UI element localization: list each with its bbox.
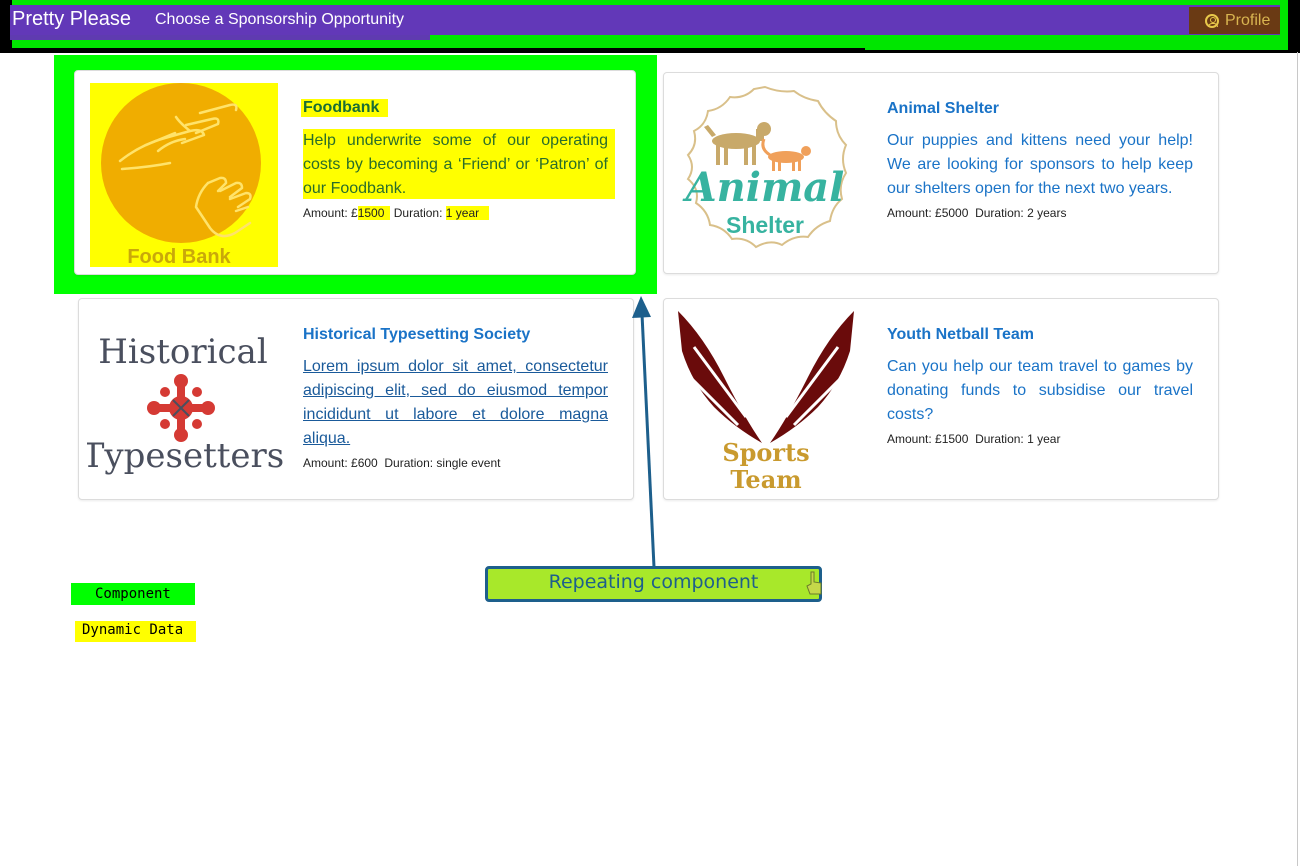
amount-value: 1500 <box>357 206 391 220</box>
navbar-underlay <box>10 35 430 40</box>
ornament-cross-icon: Historical Typesetters <box>82 332 285 476</box>
amount-label: Amount: £5000 <box>887 206 969 220</box>
callout-arrow <box>632 296 656 568</box>
typesetters-logo: Historical Typesetters <box>82 309 285 491</box>
repeating-component-callout: Repeating component <box>485 566 822 602</box>
card-description: Help underwrite some of our operating co… <box>303 129 615 199</box>
helping-hands-icon: Food Bank <box>101 83 261 268</box>
card-title: Youth Netball Team <box>887 326 1034 343</box>
card-description-link[interactable]: Lorem ipsum dolor sit amet, consectetur … <box>303 355 608 451</box>
animal-shelter-logo: Animal Shelter <box>674 83 856 265</box>
duration-label: Duration: 1 year <box>975 432 1061 446</box>
card-meta: Amount: £1500 Duration: 1 year <box>887 432 1060 446</box>
typesetters-logo-word1: Historical <box>98 332 267 372</box>
amount-label: Amount: £1500 <box>887 432 969 446</box>
hand-pointer-icon <box>806 571 822 595</box>
sponsorship-card[interactable]: Animal Shelter Animal Shelter Our puppie… <box>663 72 1219 274</box>
dog-cat-icon: Animal Shelter <box>682 85 848 249</box>
navbar-border <box>0 48 865 53</box>
sponsorship-card[interactable]: Historical Typesetters Historical Typese… <box>78 298 634 500</box>
amount-label: Amount: £ <box>303 206 358 220</box>
animal-shelter-logo-word1: Animal <box>682 164 845 211</box>
foodbank-logo-text: Food Bank <box>127 246 231 267</box>
duration-label: Duration: 2 years <box>975 206 1067 220</box>
duration-value: 1 year <box>445 206 490 220</box>
typesetters-logo-word2: Typesetters <box>87 436 283 476</box>
callout-label: Repeating component <box>548 571 759 593</box>
sports-team-logo-word1: Sports <box>722 438 809 467</box>
brand-link[interactable]: Pretty Please <box>12 8 131 31</box>
card-title: Foodbank <box>301 99 389 117</box>
card-description: Our puppies and kittens need your help! … <box>887 132 1193 197</box>
card-description: Can you help our team travel to games by… <box>887 358 1193 423</box>
card-meta: Amount: £5000 Duration: 2 years <box>887 206 1066 220</box>
card-meta: Amount: £1500 Duration: 1 year <box>303 206 490 220</box>
nav-link-sponsorship[interactable]: Choose a Sponsorship Opportunity <box>155 11 404 29</box>
card-title: Historical Typesetting Society <box>303 326 531 343</box>
profile-button[interactable]: Profile <box>1189 7 1280 34</box>
profile-label: Profile <box>1225 11 1271 29</box>
navbar-edge-right <box>1288 0 1300 52</box>
sports-team-logo-word2: Team <box>730 465 801 494</box>
duration-label: Duration: single event <box>384 456 501 470</box>
sponsorship-card[interactable]: Food Bank Foodbank Help underwrite some … <box>74 70 636 275</box>
legend-dynamic-data-label: Dynamic Data <box>82 622 184 638</box>
animal-shelter-logo-word2: Shelter <box>726 212 804 238</box>
card-meta: Amount: £600 Duration: single event <box>303 456 500 470</box>
wings-icon: Sports Team <box>678 311 854 494</box>
foodbank-logo: Food Bank <box>90 83 278 268</box>
sports-team-logo: Sports Team <box>674 307 858 495</box>
card-title: Animal Shelter <box>887 100 1000 117</box>
legend-component-label: Component <box>95 586 171 602</box>
amount-label: Amount: £600 <box>303 456 378 470</box>
user-icon <box>1205 13 1219 28</box>
duration-label: Duration: <box>393 206 443 220</box>
scrollbar-track[interactable] <box>1297 52 1298 866</box>
sponsorship-card[interactable]: Sports Team Youth Netball Team Can you h… <box>663 298 1219 500</box>
navbar-border-right <box>865 50 1300 53</box>
